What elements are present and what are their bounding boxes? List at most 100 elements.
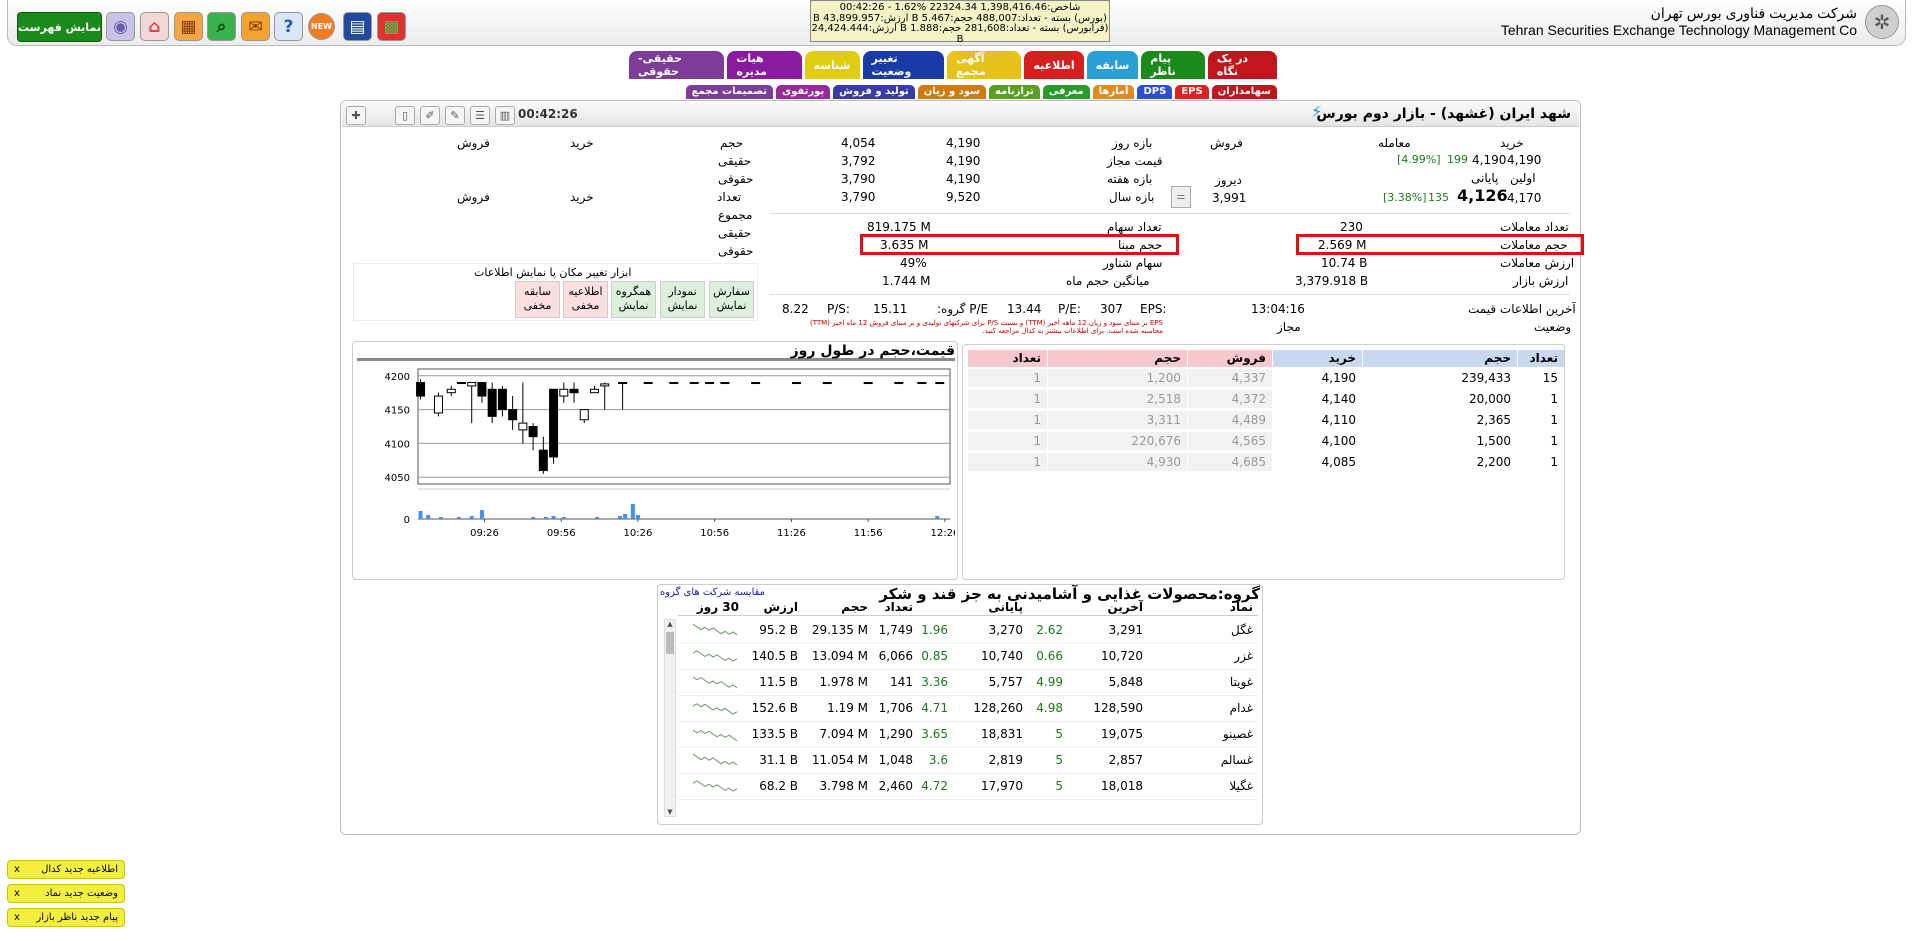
company-logo-icon[interactable]: ✲ xyxy=(1865,5,1899,39)
chart-tool-icon[interactable]: ▥ xyxy=(495,106,515,125)
subtab-5[interactable]: معرفی xyxy=(1042,85,1090,99)
draw-tool-icon[interactable]: ✎ xyxy=(445,106,465,125)
company-name-fa: شرکت مدیریت فناوری بورس تهران xyxy=(1650,5,1857,21)
globe-icon[interactable]: ◉ xyxy=(106,12,135,41)
order-cell: 15 xyxy=(1518,369,1564,387)
help-icon[interactable]: ? xyxy=(274,12,303,41)
tab-8[interactable]: هیات مدیره xyxy=(727,51,802,79)
candle-body xyxy=(792,382,802,385)
group-cell-last_pct: 4.98 xyxy=(1036,701,1063,715)
x-tick-label: 10:56 xyxy=(700,528,729,539)
group-cell-last_pct: 4.99 xyxy=(1036,675,1063,689)
flash-icon[interactable]: ⚡ xyxy=(1311,102,1322,121)
scroll-down-icon[interactable]: ▼ xyxy=(665,808,675,816)
close-icon[interactable]: x xyxy=(14,885,20,902)
group-cell-symbol[interactable]: غویتا xyxy=(1148,675,1258,689)
search-icon[interactable]: ⌕ xyxy=(207,12,236,41)
group-cell-last_pct: 5 xyxy=(1055,753,1063,767)
order-header-5: تعداد xyxy=(968,350,1047,367)
subtab-1[interactable]: سهامداران xyxy=(1211,85,1277,99)
volume-bar xyxy=(456,517,461,519)
index-ticker[interactable]: شاخص:1,398,416.46 22324.34 %1.62 - 00:42… xyxy=(810,0,1110,45)
group-cell-symbol[interactable]: غگیلا xyxy=(1148,779,1258,793)
close-icon[interactable]: x xyxy=(14,861,20,878)
group-cell-symbol[interactable]: غدام xyxy=(1148,701,1258,715)
scroll-up-icon[interactable]: ▲ xyxy=(665,620,675,628)
show-list-button[interactable]: نمایش فهرست xyxy=(17,12,102,42)
grid-icon[interactable]: ▩ xyxy=(377,12,406,41)
y-tick-label: 4150 xyxy=(385,406,410,417)
compare-group-link[interactable]: مقایسه شرکت های گروه xyxy=(660,586,765,600)
trade-value-value: 10.74 B xyxy=(1321,256,1368,270)
subtab-3[interactable]: DPS xyxy=(1137,85,1173,99)
toggle-group[interactable]: همگروه نمایش xyxy=(611,281,656,318)
order-cell: 1,500 xyxy=(1363,432,1517,450)
group-cell-symbol[interactable]: غزر xyxy=(1148,649,1258,663)
toggle-notices[interactable]: اطلاعیه مخفی xyxy=(563,281,608,318)
group-cell-last_pct: 2.62 xyxy=(1036,623,1063,637)
group-cell-value: 133.5 B xyxy=(751,727,798,741)
subtab-4[interactable]: آمارها xyxy=(1092,85,1135,99)
chart-svg: 4050 4100 4150 4200 0 09:26 09:56 10:26 10:56 11:… xyxy=(385,368,955,539)
list-tool-icon[interactable]: ☰ xyxy=(470,106,490,125)
group-cell-symbol[interactable]: غسالم xyxy=(1148,753,1258,767)
label-allowed: قیمت مجاز xyxy=(1107,154,1163,168)
toggle-history[interactable]: سابقه مخفی xyxy=(515,281,560,318)
label-legal-2: حقوقی xyxy=(718,244,754,258)
home-icon[interactable]: ⌂ xyxy=(140,12,169,41)
notification-3[interactable]: پیام جدید ناظر بازار x xyxy=(7,908,125,927)
group-cell-value: 152.6 B xyxy=(751,701,798,715)
tab-2[interactable]: پیام ناظر xyxy=(1141,51,1205,79)
candle-body xyxy=(863,382,873,385)
settings-icon[interactable]: ⚌ xyxy=(1171,186,1191,208)
close-icon[interactable]: x xyxy=(14,909,20,926)
toggle-orders[interactable]: سفارش نمایش xyxy=(709,281,754,318)
yesterday-value: 3,991 xyxy=(1212,191,1247,205)
group-cell-symbol[interactable]: غصینو xyxy=(1148,727,1258,741)
label-sell: فروش xyxy=(1210,136,1243,150)
notification-1[interactable]: اطلاعیه جدید کدال x xyxy=(7,860,125,879)
group-cell-vol: 29.135 M xyxy=(811,623,868,637)
ticker-farabourse: (فرابورس) بسته - تعداد:281,608 حجم:1.888… xyxy=(811,23,1109,45)
group-cell-last_pct: 5 xyxy=(1055,727,1063,741)
subtab-2[interactable]: EPS xyxy=(1175,85,1209,99)
zoom-tool-icon[interactable]: ✚ xyxy=(346,106,366,125)
message-icon[interactable]: ✉ xyxy=(241,12,270,41)
label-shares: تعداد سهام xyxy=(1107,220,1162,234)
sparkline-path xyxy=(693,623,738,636)
group-cell-symbol[interactable]: غگل xyxy=(1148,623,1258,637)
subtab-6[interactable]: ترازنامه xyxy=(988,85,1040,99)
notification-2[interactable]: وضعیت جدید نماد x xyxy=(7,884,125,903)
tab-6[interactable]: تغییر وضعیت xyxy=(862,51,945,79)
tab-3[interactable]: سابقه xyxy=(1086,51,1139,79)
order-cell: 1 xyxy=(968,432,1047,450)
group-cell-count: 2,460 xyxy=(878,779,913,793)
tab-1[interactable]: در یک نگاه xyxy=(1207,51,1277,79)
toggle-chart[interactable]: نمودار نمایش xyxy=(660,281,705,318)
monitor-icon[interactable]: ▤ xyxy=(343,12,372,41)
subtab-8[interactable]: تولید و فروش xyxy=(833,85,915,99)
tab-4[interactable]: اطلاعیه xyxy=(1024,51,1084,79)
table-icon[interactable]: ▦ xyxy=(174,12,203,41)
group-cell-last: 19,075 xyxy=(1101,727,1143,741)
edit-tool-icon[interactable]: ✐ xyxy=(420,106,440,125)
calc-tool-icon[interactable]: ▯ xyxy=(395,106,415,125)
subtab-7[interactable]: سود و زیان xyxy=(917,85,986,99)
candle-body xyxy=(822,382,832,385)
scroll-thumb[interactable] xyxy=(666,632,674,654)
group-cell-final: 18,831 xyxy=(981,727,1023,741)
label-yesterday: دیروز xyxy=(1215,173,1242,187)
new-badge-icon[interactable]: NEW xyxy=(308,13,335,40)
volume-bar xyxy=(479,510,484,519)
tab-9[interactable]: حقیقی-حقوقی xyxy=(629,51,725,79)
candle-body xyxy=(456,382,466,385)
subtab-10[interactable]: تصمیمات مجمع xyxy=(685,85,773,99)
subtab-9[interactable]: پورتفوی xyxy=(775,85,831,99)
tab-7[interactable]: شناسه xyxy=(804,51,860,79)
sparkline-path xyxy=(693,780,738,792)
order-cell: 1 xyxy=(1518,432,1564,450)
group-header-count: تعداد xyxy=(884,600,913,614)
group-cell-final_pct: 4.71 xyxy=(921,701,948,715)
tab-5[interactable]: آگهی مجمع xyxy=(947,51,1022,79)
group-scrollbar[interactable]: ▲ ▼ xyxy=(664,619,676,817)
